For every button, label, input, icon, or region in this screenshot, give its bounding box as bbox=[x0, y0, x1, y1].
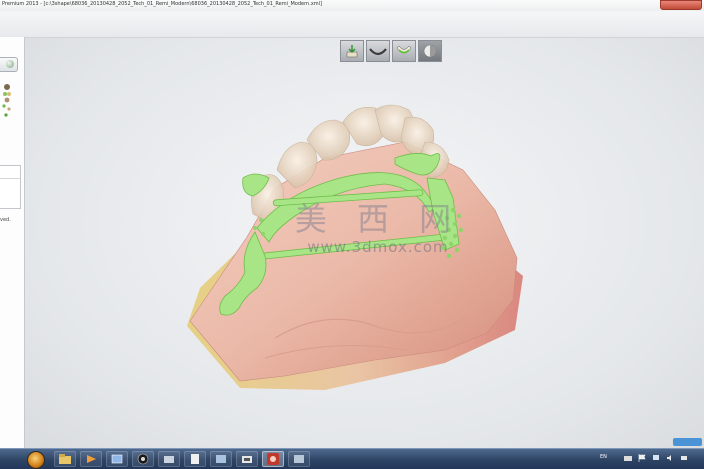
corner-badge[interactable] bbox=[673, 438, 702, 446]
flag-icon[interactable] bbox=[638, 454, 646, 462]
taskbar-explorer[interactable] bbox=[54, 451, 76, 467]
panel-button-icon bbox=[6, 60, 14, 68]
panel-field[interactable] bbox=[0, 165, 21, 209]
viewer-icon bbox=[111, 454, 123, 464]
volume-icon[interactable] bbox=[666, 454, 674, 462]
taskbar-media[interactable] bbox=[80, 451, 102, 467]
panel-status-text: ved. bbox=[0, 217, 11, 223]
taskbar: EN bbox=[0, 448, 704, 469]
3d-viewport[interactable]: 美 西 网 www.3dmox.com bbox=[25, 38, 704, 449]
dental-model-render bbox=[187, 104, 523, 390]
network-icon bbox=[137, 453, 149, 465]
language-indicator[interactable]: EN bbox=[600, 454, 607, 460]
slides-icon bbox=[242, 456, 252, 463]
red-app-icon bbox=[267, 453, 279, 465]
close-button[interactable] bbox=[660, 0, 702, 10]
settings-icon bbox=[164, 456, 174, 463]
taskbar-document[interactable] bbox=[184, 451, 206, 467]
panel-button[interactable] bbox=[0, 57, 18, 72]
window-title: Premium 2013 - [c:\3shape\68036_20130428… bbox=[2, 1, 322, 7]
taskbar-network[interactable] bbox=[132, 451, 154, 467]
taskbar-slides[interactable] bbox=[236, 451, 258, 467]
top-strip bbox=[0, 11, 704, 38]
explorer-icon bbox=[59, 454, 71, 464]
model-tree-icon bbox=[2, 84, 11, 117]
taskbar-app[interactable] bbox=[210, 451, 232, 467]
power-icon[interactable] bbox=[680, 454, 688, 462]
taskbar-red-app[interactable] bbox=[262, 451, 284, 467]
app-icon bbox=[216, 455, 226, 463]
document-icon bbox=[191, 454, 199, 464]
network-tray-icon[interactable] bbox=[652, 454, 660, 462]
left-panel: ved. bbox=[0, 37, 25, 449]
window-icon bbox=[294, 455, 304, 463]
system-tray: EN bbox=[584, 449, 704, 469]
media-icon bbox=[87, 455, 96, 463]
taskbar-viewer[interactable] bbox=[106, 451, 128, 467]
start-button[interactable] bbox=[27, 451, 45, 469]
taskbar-settings[interactable] bbox=[158, 451, 180, 467]
keyboard-icon[interactable] bbox=[624, 454, 632, 462]
taskbar-extra[interactable] bbox=[288, 451, 310, 467]
